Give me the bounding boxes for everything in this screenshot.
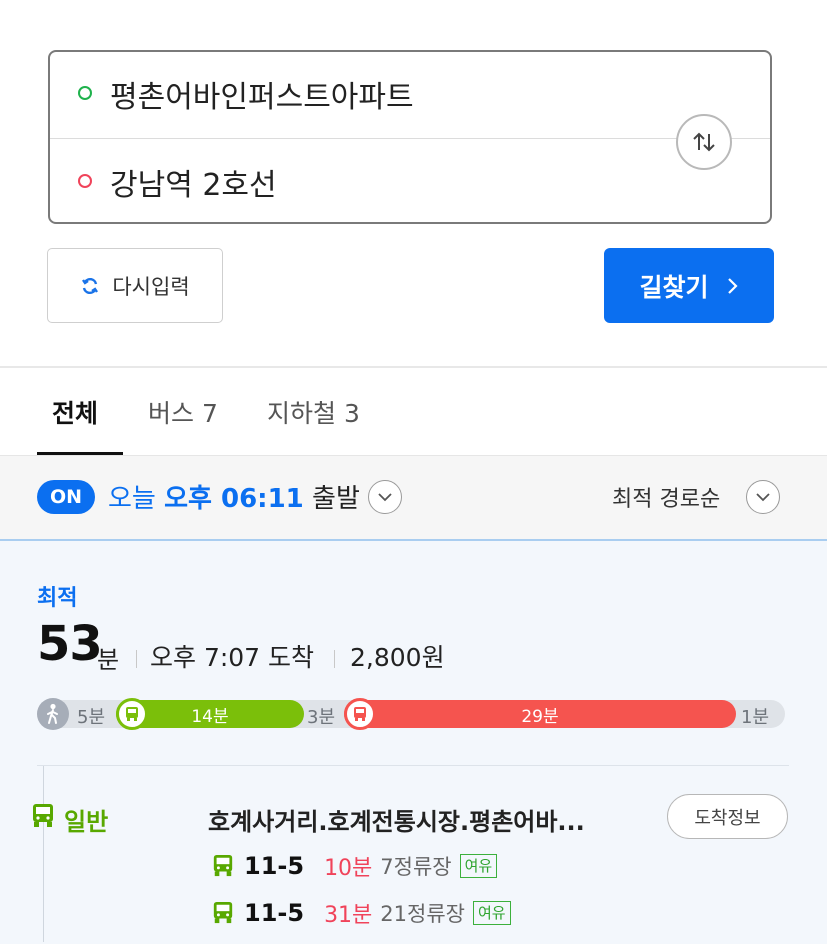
bus-stops-away: 21정류장 <box>380 902 465 926</box>
tab-all[interactable]: 전체 <box>52 394 98 430</box>
walk-icon <box>37 698 69 730</box>
departure-time-selector[interactable]: 오늘 오후 06:11 출발 <box>108 478 360 515</box>
tab-bus[interactable]: 버스 7 <box>148 394 218 430</box>
bus-icon <box>213 902 233 924</box>
reset-button-label: 다시입력 <box>112 274 190 299</box>
departure-suffix: 출발 <box>312 484 360 514</box>
bus-arrival-row[interactable]: 11-5 31분 21정류장 여유 <box>212 896 511 930</box>
arrival-info-button[interactable]: 도착정보 <box>667 794 788 839</box>
bus-number: 11-5 <box>244 852 305 880</box>
route-result-card[interactable] <box>0 539 827 944</box>
bus-type-label: 일반 <box>64 808 109 836</box>
search-button-label: 길찾기 <box>639 272 709 302</box>
origin-dot-icon <box>78 86 92 100</box>
transfer-minutes: 3분 <box>307 707 336 728</box>
bus-icon <box>33 804 53 827</box>
bus-segment-red: 29분 <box>344 700 736 728</box>
route-vertical-line <box>43 766 44 942</box>
walk-minutes: 5분 <box>77 707 106 728</box>
chevron-down-icon <box>378 493 392 502</box>
crowd-badge: 여유 <box>472 901 511 925</box>
total-duration: 53 <box>37 616 103 672</box>
reset-button[interactable]: 다시입력 <box>47 248 223 323</box>
route-input-box: 평촌어바인퍼스트아파트 강남역 2호선 <box>48 50 772 224</box>
bus-eta: 10분 <box>324 856 373 881</box>
time-dropdown-button[interactable] <box>368 480 402 514</box>
departure-day: 오늘 <box>108 484 156 514</box>
arrival-time: 오후 7:07 도착 <box>150 643 315 672</box>
final-walk-minutes: 1분 <box>741 707 770 728</box>
bus-icon <box>213 855 233 877</box>
search-route-button[interactable]: 길찾기 <box>604 248 774 323</box>
on-toggle-badge[interactable]: ON <box>37 480 95 514</box>
separator <box>136 650 137 668</box>
destination-input[interactable]: 강남역 2호선 <box>110 160 277 204</box>
duration-unit: 분 <box>97 646 120 674</box>
bus-eta: 31분 <box>324 903 373 928</box>
sort-order-label[interactable]: 최적 경로순 <box>612 481 720 513</box>
section-divider <box>0 366 827 368</box>
route-divider <box>50 138 770 139</box>
swap-arrows-icon <box>693 132 715 152</box>
bus-icon <box>116 698 148 730</box>
chevron-right-icon <box>727 277 738 294</box>
crowd-badge: 여유 <box>459 854 498 878</box>
fare: 2,800원 <box>350 643 445 672</box>
swap-button[interactable] <box>676 114 732 170</box>
bus-arrival-row[interactable]: 11-5 10분 7정류장 여유 <box>212 849 498 883</box>
bus-icon <box>344 698 376 730</box>
separator <box>334 650 335 668</box>
refresh-icon <box>82 277 99 294</box>
sort-dropdown-button[interactable] <box>746 480 780 514</box>
departure-time: 오후 06:11 <box>164 484 304 514</box>
bus-number: 11-5 <box>244 899 305 927</box>
origin-input[interactable]: 평촌어바인퍼스트아파트 <box>110 72 414 116</box>
best-route-badge: 최적 <box>37 586 78 611</box>
destination-dot-icon <box>78 174 92 188</box>
bus-stops-away: 7정류장 <box>380 855 452 879</box>
tab-subway[interactable]: 지하철 3 <box>267 394 360 430</box>
card-divider <box>37 765 789 766</box>
boarding-stop-name[interactable]: 호계사거리.호계전통시장.평촌어바... <box>208 802 585 837</box>
chevron-down-icon <box>756 493 770 502</box>
